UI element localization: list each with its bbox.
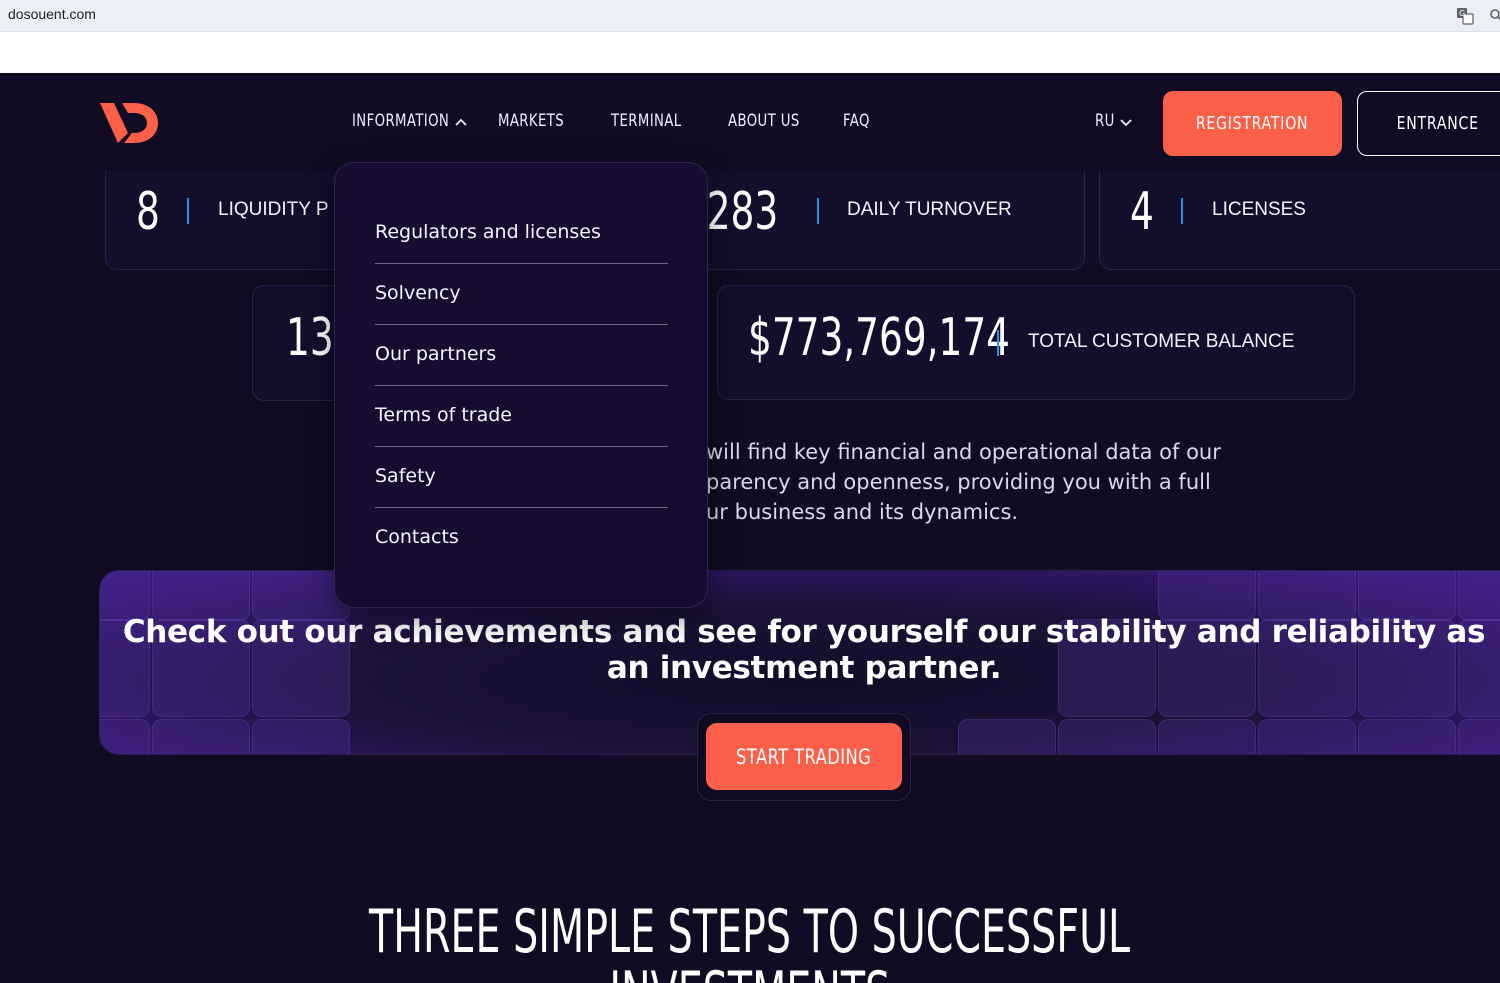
svg-text:G: G — [1459, 9, 1465, 18]
language-selector[interactable]: RU — [1095, 111, 1120, 131]
description-line: parency and openness, providing you with… — [706, 470, 1211, 494]
start-trading-button[interactable]: START TRADING — [706, 723, 902, 790]
stat-card-licenses: 4 LICENSES — [1099, 170, 1500, 270]
nav-about-us[interactable]: ABOUT US — [728, 111, 820, 131]
banner-headline: Check out our achievements and see for y… — [122, 614, 1486, 686]
description-text: will find key financial and operational … — [706, 437, 1266, 527]
registration-button[interactable]: REGISTRATION — [1163, 91, 1342, 156]
stat-card-balance: $773,769,174 TOTAL CUSTOMER BALANCE — [717, 285, 1355, 400]
translate-icon[interactable]: G — [1456, 7, 1474, 25]
nav-markets[interactable]: MARKETS — [498, 111, 583, 131]
chevron-down-icon[interactable] — [1119, 117, 1133, 127]
stat-value: 8 — [136, 182, 160, 242]
url-text[interactable]: dosouent.com — [8, 6, 96, 22]
stat-separator — [187, 198, 189, 224]
stat-label: DAILY TURNOVER — [847, 199, 1012, 220]
dropdown-item-contacts[interactable]: Contacts — [375, 507, 668, 568]
entrance-label: ENTRANCE — [1396, 113, 1480, 134]
stat-label: LICENSES — [1212, 199, 1306, 220]
chevron-up-icon[interactable] — [454, 117, 468, 127]
dropdown-item-safety[interactable]: Safety — [375, 446, 668, 508]
stat-separator — [817, 198, 819, 224]
description-line: ur business and its dynamics. — [706, 500, 1019, 524]
brand-logo-icon[interactable] — [98, 99, 160, 147]
browser-address-bar: dosouent.com G — [0, 0, 1500, 32]
page-top-spacer — [0, 32, 1500, 73]
stat-label: TOTAL CUSTOMER BALANCE — [1028, 331, 1295, 352]
dropdown-item-regulators[interactable]: Regulators and licenses — [375, 202, 668, 264]
entrance-button[interactable]: ENTRANCE — [1357, 91, 1500, 156]
site-body: INFORMATION MARKETS TERMINAL ABOUT US FA… — [0, 73, 1500, 983]
dropdown-item-solvency[interactable]: Solvency — [375, 263, 668, 325]
stat-separator — [997, 330, 999, 356]
stat-value: $773,769,174 — [748, 308, 1011, 368]
nav-faq[interactable]: FAQ — [843, 111, 877, 131]
description-line: will find key financial and operational … — [706, 440, 1221, 464]
start-trading-label: START TRADING — [736, 744, 872, 769]
steps-title-line: INVESTMENTS — [610, 963, 891, 983]
stat-value: 4 — [1130, 182, 1154, 242]
nav-terminal[interactable]: TERMINAL — [611, 111, 701, 131]
dropdown-item-terms[interactable]: Terms of trade — [375, 385, 668, 447]
registration-label: REGISTRATION — [1196, 113, 1309, 134]
dropdown-item-partners[interactable]: Our partners — [375, 324, 668, 386]
stat-label: LIQUIDITY P — [218, 199, 329, 220]
zoom-icon[interactable] — [1489, 7, 1500, 25]
start-trading-wrapper: START TRADING — [697, 713, 911, 801]
steps-title: THREE SIMPLE STEPS TO SUCCESSFUL INVESTM… — [0, 901, 1500, 983]
steps-title-line: THREE SIMPLE STEPS TO SUCCESSFUL — [369, 897, 1131, 967]
information-dropdown: Regulators and licenses Solvency Our par… — [334, 162, 708, 608]
stat-separator — [1181, 198, 1183, 224]
